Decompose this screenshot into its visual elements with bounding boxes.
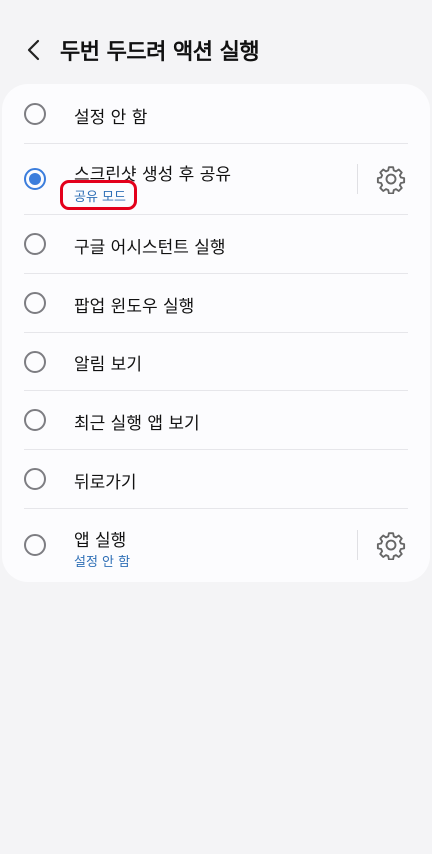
gear-icon[interactable] (376, 530, 406, 560)
back-button[interactable] (14, 30, 54, 70)
radio-button[interactable] (24, 292, 46, 314)
option-label: 설정 안 함 (74, 108, 148, 128)
option-row-recent-apps[interactable]: 최근 실행 앱 보기 (2, 391, 430, 450)
radio-button[interactable] (24, 409, 46, 431)
option-row-none[interactable]: 설정 안 함 (2, 84, 430, 144)
option-row-popup-window[interactable]: 팝업 윈도우 실행 (2, 274, 430, 333)
highlight-annotation (60, 180, 137, 210)
options-card: 설정 안 함 스크린샷 생성 후 공유 공유 모드 구글 어시스턴트 실행 팝업… (2, 84, 430, 582)
radio-button-selected[interactable] (24, 168, 46, 190)
radio-button[interactable] (24, 351, 46, 373)
radio-button[interactable] (24, 233, 46, 255)
option-label: 앱 실행 (74, 531, 127, 551)
option-sublabel: 설정 안 함 (74, 555, 131, 570)
radio-button[interactable] (24, 468, 46, 490)
option-row-notifications[interactable]: 알림 보기 (2, 333, 430, 391)
gear-icon[interactable] (376, 164, 406, 194)
chevron-left-icon (27, 39, 40, 61)
option-row-launch-app[interactable]: 앱 실행 설정 안 함 (2, 509, 430, 582)
vertical-separator (357, 164, 358, 194)
option-label: 알림 보기 (74, 355, 142, 375)
option-label: 구글 어시스턴트 실행 (74, 238, 226, 258)
option-label: 팝업 윈도우 실행 (74, 297, 195, 317)
radio-button[interactable] (24, 103, 46, 125)
vertical-separator (357, 530, 358, 560)
option-row-back[interactable]: 뒤로가기 (2, 450, 430, 509)
option-label: 뒤로가기 (74, 473, 137, 493)
option-label: 최근 실행 앱 보기 (74, 414, 200, 434)
page-title: 두번 두드려 액션 실행 (60, 40, 260, 65)
radio-button[interactable] (24, 534, 46, 556)
option-row-google-assistant[interactable]: 구글 어시스턴트 실행 (2, 215, 430, 274)
